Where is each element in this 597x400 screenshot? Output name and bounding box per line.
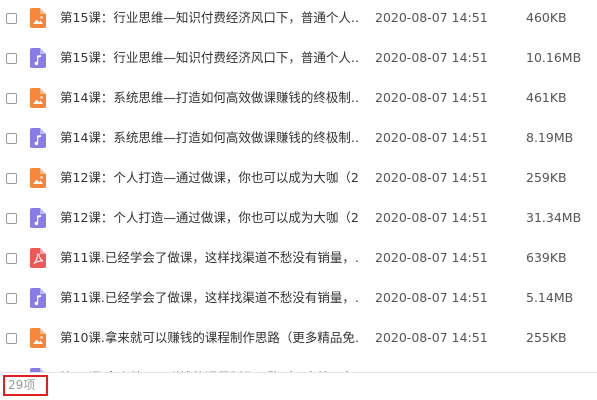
row-checkbox[interactable] — [6, 53, 17, 64]
file-size: 10.16MB — [526, 50, 582, 65]
row-checkbox[interactable] — [6, 213, 17, 224]
file-row[interactable]: 第15课：行业思维—知识付费经济风口下，普通个人… 2020-08-07 14:5… — [0, 40, 597, 80]
file-date: 2020-08-07 14:51 — [375, 210, 488, 225]
row-checkbox[interactable] — [6, 93, 17, 104]
row-checkbox[interactable] — [6, 133, 17, 144]
audio-icon — [30, 208, 46, 228]
file-list: 第15课：行业思维—知识付费经济风口下，普通个人… 2020-08-07 14:5… — [0, 0, 597, 372]
file-name[interactable]: 第11课.已经学会了做课，这样找渠道不愁没有销量，… — [60, 250, 360, 266]
file-date: 2020-08-07 14:51 — [375, 330, 488, 345]
file-size: 8.19MB — [526, 130, 574, 145]
file-date: 2020-08-07 14:51 — [375, 90, 488, 105]
file-name[interactable]: 第10课.拿来就可以赚钱的课程制作思路（更多精品免… — [60, 330, 360, 346]
row-checkbox[interactable] — [6, 333, 17, 344]
pdf-icon — [30, 248, 46, 268]
audio-icon — [30, 48, 46, 68]
row-checkbox[interactable] — [6, 13, 17, 24]
file-size: 255KB — [526, 330, 567, 345]
file-name[interactable]: 第15课：行业思维—知识付费经济风口下，普通个人… — [60, 10, 360, 26]
file-row[interactable]: 第15课：行业思维—知识付费经济风口下，普通个人… 2020-08-07 14:5… — [0, 0, 597, 40]
image-icon — [30, 328, 46, 348]
file-row[interactable]: 第14课：系统思维—打造如何高效做课赚钱的终极制… 2020-08-07 14:5… — [0, 80, 597, 120]
file-row[interactable]: 第11课.已经学会了做课，这样找渠道不愁没有销量，… 2020-08-07 14:… — [0, 280, 597, 320]
file-name[interactable]: 第12课：个人打造—通过做课，你也可以成为大咖（2… — [60, 210, 360, 226]
file-date: 2020-08-07 14:51 — [375, 170, 488, 185]
file-name[interactable]: 第15课：行业思维—知识付费经济风口下，普通个人… — [60, 50, 360, 66]
file-size: 259KB — [526, 170, 567, 185]
image-icon — [30, 8, 46, 28]
file-name[interactable]: 第11课.已经学会了做课，这样找渠道不愁没有销量，… — [60, 290, 360, 306]
file-row[interactable]: 第12课：个人打造—通过做课，你也可以成为大咖（2… 2020-08-07 14:… — [0, 160, 597, 200]
file-size: 639KB — [526, 250, 567, 265]
file-row[interactable]: 第14课：系统思维—打造如何高效做课赚钱的终极制… 2020-08-07 14:5… — [0, 120, 597, 160]
row-checkbox[interactable] — [6, 173, 17, 184]
image-icon — [30, 88, 46, 108]
file-name[interactable]: 第14课：系统思维—打造如何高效做课赚钱的终极制… — [60, 90, 360, 106]
file-name[interactable]: 第12课：个人打造—通过做课，你也可以成为大咖（2… — [60, 170, 360, 186]
audio-icon — [30, 128, 46, 148]
file-row[interactable]: 第10课.拿来就可以赚钱的课程制作思路（更多精品免… 2020-08-07 14:… — [0, 320, 597, 360]
row-checkbox[interactable] — [6, 293, 17, 304]
file-date: 2020-08-07 14:51 — [375, 130, 488, 145]
file-name[interactable]: 第14课：系统思维—打造如何高效做课赚钱的终极制… — [60, 130, 360, 146]
file-size: 461KB — [526, 90, 567, 105]
file-row[interactable]: 第10课.拿来就可以赚钱的课程制作思路（更多精品免…2020-08-07 14:… — [0, 360, 597, 372]
image-icon — [30, 168, 46, 188]
file-row[interactable]: 第11课.已经学会了做课，这样找渠道不愁没有销量，… 2020-08-07 14:… — [0, 240, 597, 280]
status-bar: 29项 — [0, 372, 597, 400]
file-date: 2020-08-07 14:51 — [375, 290, 488, 305]
file-size: 460KB — [526, 10, 567, 25]
file-row[interactable]: 第12课：个人打造—通过做课，你也可以成为大咖（2… 2020-08-07 14:… — [0, 200, 597, 240]
audio-icon — [30, 288, 46, 308]
item-count: 29项 — [3, 375, 48, 396]
file-size: 31.34MB — [526, 210, 582, 225]
file-date: 2020-08-07 14:51 — [375, 10, 488, 25]
file-size: 5.14MB — [526, 290, 574, 305]
file-date: 2020-08-07 14:51 — [375, 50, 488, 65]
file-date: 2020-08-07 14:51 — [375, 250, 488, 265]
row-checkbox[interactable] — [6, 253, 17, 264]
